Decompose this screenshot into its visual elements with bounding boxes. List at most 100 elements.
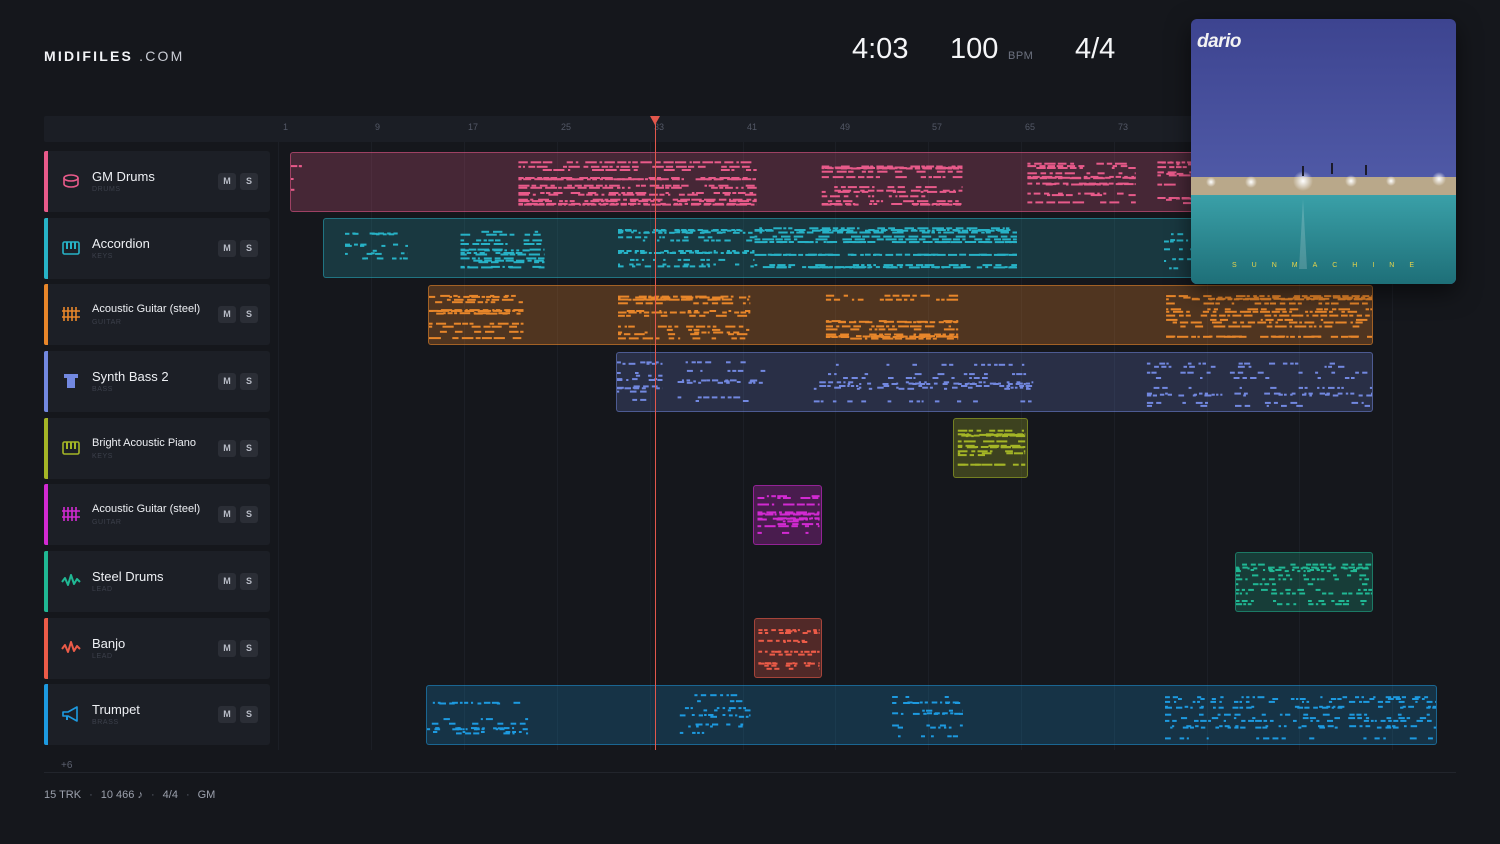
midi-note <box>1239 386 1242 389</box>
midi-note <box>1115 183 1123 186</box>
midi-note <box>1306 563 1312 566</box>
midi-note <box>1260 308 1267 311</box>
midi-note <box>1210 365 1216 368</box>
midi-note <box>1257 321 1267 324</box>
midi-note <box>957 429 968 432</box>
midi-note <box>1263 719 1268 722</box>
midi-note <box>1212 310 1217 313</box>
midi-note <box>503 732 510 735</box>
mute-button[interactable]: M <box>218 440 236 457</box>
midi-note <box>897 726 903 729</box>
midi-note <box>952 735 958 738</box>
solo-button[interactable]: S <box>240 373 258 390</box>
midi-note <box>1024 452 1026 455</box>
midi-note <box>1279 592 1284 595</box>
midi-note <box>1184 705 1189 708</box>
midi-note <box>696 725 699 728</box>
mute-button[interactable]: M <box>218 306 236 323</box>
midi-note <box>779 632 784 634</box>
album-cover[interactable]: dario SUNMACHINE <box>1191 19 1456 284</box>
midi-note <box>778 231 788 234</box>
midi-note <box>924 253 932 256</box>
midi-note <box>953 189 956 192</box>
clip-acoustic-guitar-steel-2[interactable] <box>753 485 822 545</box>
song-duration: 4:03 <box>852 33 909 65</box>
midi-note <box>1419 717 1427 720</box>
track-color-bar <box>44 618 48 679</box>
midi-note <box>345 252 348 255</box>
mute-button[interactable]: M <box>218 506 236 523</box>
midi-note <box>813 632 818 634</box>
solo-button[interactable]: S <box>240 240 258 257</box>
track-header-gm-drums[interactable]: GM Drums DRUMS M S <box>44 151 270 212</box>
midi-note <box>512 727 515 730</box>
solo-button[interactable]: S <box>240 440 258 457</box>
midi-note <box>892 724 899 727</box>
midi-note <box>788 241 794 243</box>
midi-note <box>632 378 638 381</box>
mute-button[interactable]: M <box>218 173 236 190</box>
mute-button[interactable]: M <box>218 373 236 390</box>
midi-note <box>845 241 856 243</box>
solo-button[interactable]: S <box>240 706 258 723</box>
clip-bright-acoustic-piano[interactable] <box>953 418 1028 478</box>
midi-note <box>587 178 591 181</box>
midi-note <box>758 632 763 634</box>
midi-note <box>1270 386 1277 389</box>
solo-button[interactable]: S <box>240 573 258 590</box>
midi-note <box>700 258 705 261</box>
solo-button[interactable]: S <box>240 306 258 323</box>
midi-note <box>861 400 867 403</box>
mute-button[interactable]: M <box>218 573 236 590</box>
mute-button[interactable]: M <box>218 240 236 257</box>
more-tracks-indicator[interactable]: +6 <box>61 760 72 771</box>
mute-button[interactable]: M <box>218 706 236 723</box>
track-header-banjo[interactable]: Banjo LEAD M S <box>44 618 270 679</box>
midi-note <box>1200 698 1205 700</box>
midi-note <box>1169 267 1172 270</box>
track-header-bright-acoustic-piano[interactable]: Bright Acoustic Piano KEYS M S <box>44 418 270 479</box>
midi-note <box>936 200 946 203</box>
midi-note <box>879 333 884 336</box>
track-header-synth-bass-2[interactable]: Synth Bass 2 BASS M S <box>44 351 270 412</box>
midi-note <box>690 707 693 710</box>
track-header-steel-drums[interactable]: Steel Drums LEAD M S <box>44 551 270 612</box>
track-category: DRUMS <box>92 186 121 193</box>
track-header-acoustic-guitar-steel-2[interactable]: Acoustic Guitar (steel) GUITAR M S <box>44 484 270 545</box>
midi-note <box>948 709 953 712</box>
clip-steel-drums[interactable] <box>1235 552 1373 612</box>
midi-note <box>785 632 791 634</box>
midi-note <box>875 266 880 269</box>
midi-note <box>1204 394 1212 397</box>
clip-synth-bass-2[interactable] <box>616 352 1373 412</box>
midi-note <box>523 243 535 245</box>
playhead-handle[interactable] <box>650 116 660 125</box>
midi-note <box>729 700 735 703</box>
midi-note <box>735 263 740 266</box>
track-header-accordion[interactable]: Accordion KEYS M S <box>44 218 270 279</box>
track-header-acoustic-guitar-steel[interactable]: Acoustic Guitar (steel) GUITAR M S <box>44 284 270 345</box>
midi-note <box>1303 296 1310 299</box>
midi-note <box>473 259 483 262</box>
midi-note <box>695 400 699 402</box>
midi-note <box>1224 713 1231 716</box>
solo-button[interactable]: S <box>240 173 258 190</box>
midi-note <box>931 735 934 738</box>
clip-trumpet[interactable] <box>426 685 1437 745</box>
clip-banjo[interactable] <box>754 618 822 678</box>
track-header-trumpet[interactable]: Trumpet BRASS M S <box>44 684 270 745</box>
mute-button[interactable]: M <box>218 640 236 657</box>
clip-acoustic-guitar-steel[interactable] <box>428 285 1373 345</box>
solo-button[interactable]: S <box>240 640 258 657</box>
midi-note <box>1115 175 1122 178</box>
midi-note <box>660 314 668 317</box>
midi-note <box>933 712 939 715</box>
midi-note <box>913 253 922 256</box>
playhead-line[interactable] <box>655 116 656 750</box>
midi-note <box>635 374 641 377</box>
midi-note <box>806 231 814 234</box>
solo-button[interactable]: S <box>240 506 258 523</box>
midi-note <box>985 266 989 269</box>
midi-note <box>1268 578 1275 581</box>
site-logo[interactable]: MIDIFILES .COM <box>44 48 184 64</box>
